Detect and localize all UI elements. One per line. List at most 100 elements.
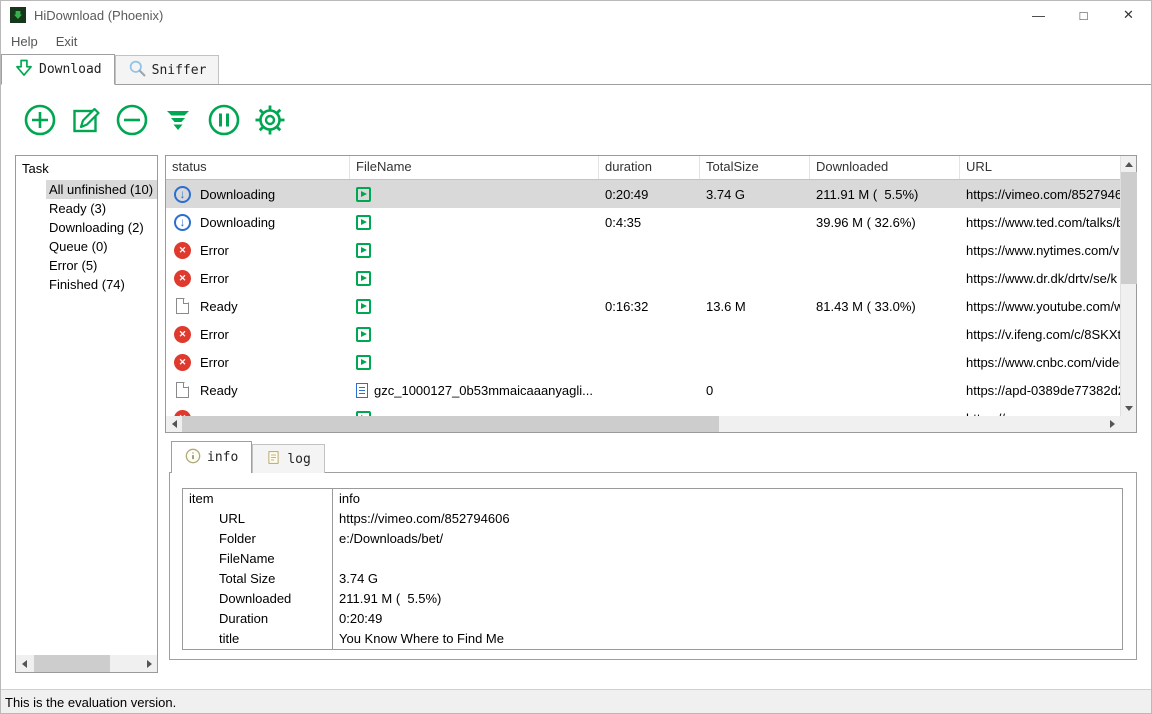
info-table-header: item info (183, 489, 1122, 509)
table-row[interactable]: Ready 0:16:32 13.6 M 81.43 M ( 33.0%) ht… (166, 292, 1120, 320)
scrollbar-thumb[interactable] (182, 416, 719, 432)
play-icon (356, 411, 371, 417)
table-row[interactable]: Error https://v.ifeng.com/c/8SKXt (166, 320, 1120, 348)
app-icon (10, 7, 26, 23)
scroll-up-icon[interactable] (1121, 156, 1137, 172)
status-ready-icon (176, 382, 189, 398)
table-row[interactable]: https:// (166, 404, 1120, 416)
tab-sniffer[interactable]: Sniffer (115, 55, 220, 84)
status-label: Error (200, 271, 229, 286)
info-row: FileName (183, 549, 1122, 569)
play-icon (356, 215, 371, 230)
statusbar-text: This is the evaluation version. (5, 695, 176, 710)
status-label: Downloading (200, 215, 275, 230)
table-row[interactable]: Error https://www.nytimes.com/vid (166, 236, 1120, 264)
minimize-button[interactable]: — (1016, 1, 1061, 29)
toolbar (1, 93, 1151, 149)
task-item-label: Finished (74) (49, 277, 125, 292)
play-icon (356, 243, 371, 258)
url-cell: https://apd-0389de77382d2 (960, 383, 1120, 398)
scroll-right-icon[interactable] (1104, 416, 1120, 432)
task-item-label: All unfinished (10) (49, 182, 153, 197)
column-header-downloaded[interactable]: Downloaded (810, 156, 960, 179)
main-tabbar: Download Sniffer (1, 53, 1151, 85)
scroll-left-icon[interactable] (16, 656, 32, 672)
pause-circle-icon (206, 102, 242, 141)
tab-download[interactable]: Download (1, 54, 115, 85)
table-row[interactable]: Error https://www.dr.dk/drtv/se/k (166, 264, 1120, 292)
info-column-item: item (183, 489, 333, 509)
maximize-button[interactable]: □ (1061, 1, 1106, 29)
tab-info[interactable]: info (171, 441, 252, 473)
info-row: URL https://vimeo.com/852794606 (183, 509, 1122, 529)
status-label: Error (200, 355, 229, 370)
task-horizontal-scrollbar[interactable] (16, 655, 157, 672)
task-item[interactable]: Error (5) (46, 256, 157, 275)
tab-log[interactable]: log (252, 444, 324, 473)
table-horizontal-scrollbar[interactable] (166, 416, 1120, 432)
magnifier-icon (128, 59, 147, 82)
info-row: Duration 0:20:49 (183, 609, 1122, 629)
settings-button[interactable] (250, 101, 290, 141)
table-vertical-scrollbar[interactable] (1120, 156, 1136, 416)
status-error-icon (174, 326, 191, 343)
pause-button[interactable] (204, 101, 244, 141)
detail-panel: item info URL https://vimeo.com/85279460… (169, 472, 1137, 660)
status-label: Error (200, 327, 229, 342)
column-header-filename[interactable]: FileName (350, 156, 599, 179)
play-icon (356, 187, 371, 202)
table-row[interactable]: Ready gzc_1000127_0b53mmaicaaanyagli... … (166, 376, 1120, 404)
task-item[interactable]: Ready (3) (46, 199, 157, 218)
info-item-value: 3.74 G (333, 569, 378, 589)
info-item-label: URL (183, 509, 333, 529)
task-item-label: Error (5) (49, 258, 97, 273)
task-item[interactable]: Queue (0) (46, 237, 157, 256)
minus-circle-icon (114, 102, 150, 141)
task-item-label: Downloading (2) (49, 220, 144, 235)
status-error-icon (174, 354, 191, 371)
menu-item-exit[interactable]: Exit (56, 34, 78, 49)
info-item-label: title (183, 629, 333, 649)
scroll-right-icon[interactable] (141, 656, 157, 672)
info-item-label: Duration (183, 609, 333, 629)
download-arrows-icon (160, 102, 196, 141)
table-row[interactable]: Error https://www.cnbc.com/video (166, 348, 1120, 376)
edit-task-button[interactable] (66, 101, 106, 141)
column-header-status[interactable]: status (166, 156, 350, 179)
table-header: status FileName duration TotalSize Downl… (166, 156, 1120, 180)
task-item[interactable]: Downloading (2) (46, 218, 157, 237)
scrollbar-thumb[interactable] (1121, 172, 1137, 284)
info-row: Folder e:/Downloads/bet/ (183, 529, 1122, 549)
close-button[interactable]: ✕ (1106, 1, 1151, 29)
column-header-url[interactable]: URL (960, 156, 1120, 179)
task-item[interactable]: Finished (74) (46, 275, 157, 294)
totalsize-cell: 13.6 M (700, 299, 810, 314)
remove-task-button[interactable] (112, 101, 152, 141)
filename-label: gzc_1000127_0b53mmaicaaanyagli... (374, 383, 593, 398)
scrollbar-thumb[interactable] (34, 655, 110, 672)
tab-info-label: info (207, 450, 238, 465)
downloaded-cell: 81.43 M ( 33.0%) (810, 299, 960, 314)
add-task-button[interactable] (20, 101, 60, 141)
duration-cell: 0:4:35 (599, 215, 700, 230)
start-download-button[interactable] (158, 101, 198, 141)
scroll-down-icon[interactable] (1121, 400, 1137, 416)
menu-item-help[interactable]: Help (11, 34, 38, 49)
column-header-totalsize[interactable]: TotalSize (700, 156, 810, 179)
play-icon (356, 299, 371, 314)
task-item[interactable]: All unfinished (10) (46, 180, 157, 199)
task-panel: Task All unfinished (10) Ready (3) Downl… (15, 155, 158, 673)
status-label: Ready (200, 383, 238, 398)
scroll-left-icon[interactable] (166, 416, 182, 432)
table-row[interactable]: Downloading 0:20:49 3.74 G 211.91 M ( 5.… (166, 180, 1120, 208)
detail-tabbar: info log (171, 441, 325, 473)
status-label: Downloading (200, 187, 275, 202)
totalsize-cell: 0 (700, 383, 810, 398)
table-row[interactable]: Downloading 0:4:35 39.96 M ( 32.6%) http… (166, 208, 1120, 236)
column-header-duration[interactable]: duration (599, 156, 700, 179)
info-row: Downloaded 211.91 M ( 5.5%) (183, 589, 1122, 609)
menubar: Help Exit (1, 29, 1151, 53)
info-item-value: 0:20:49 (333, 609, 382, 629)
download-table-body: Downloading 0:20:49 3.74 G 211.91 M ( 5.… (166, 180, 1120, 416)
info-item-value: e:/Downloads/bet/ (333, 529, 443, 549)
